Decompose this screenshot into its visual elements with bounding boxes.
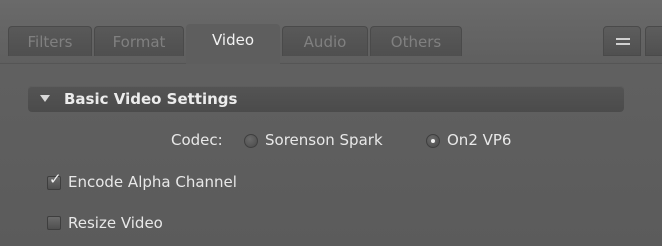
radio-label-on2-vp6[interactable]: On2 VP6 bbox=[447, 131, 511, 149]
section-basic-video-settings[interactable]: Basic Video Settings bbox=[28, 86, 624, 112]
tab-others[interactable]: Others bbox=[370, 26, 462, 56]
overflow-tab[interactable] bbox=[645, 26, 662, 56]
radio-on2-vp6[interactable] bbox=[426, 134, 440, 148]
tab-audio[interactable]: Audio bbox=[282, 26, 368, 56]
encode-alpha-label[interactable]: Encode Alpha Channel bbox=[68, 173, 237, 191]
panel-menu-icon-bar bbox=[616, 43, 630, 45]
checkmark-icon: ✓ bbox=[49, 170, 62, 188]
tab-filters[interactable]: Filters bbox=[8, 26, 92, 56]
resize-video-label[interactable]: Resize Video bbox=[68, 214, 163, 232]
export-settings-panel: Filters Format Video Audio Others Basic … bbox=[0, 0, 662, 246]
tab-format[interactable]: Format bbox=[94, 26, 184, 56]
tab-video[interactable]: Video bbox=[186, 24, 280, 64]
codec-label: Codec: bbox=[171, 131, 223, 149]
resize-video-checkbox[interactable] bbox=[47, 216, 61, 230]
panel-menu-icon bbox=[616, 38, 630, 40]
section-title: Basic Video Settings bbox=[64, 90, 238, 108]
divider bbox=[0, 63, 662, 64]
panel-menu-button[interactable] bbox=[603, 26, 641, 56]
encode-alpha-checkbox[interactable]: ✓ bbox=[47, 172, 62, 190]
triangle-down-icon[interactable] bbox=[40, 95, 50, 102]
tab-bar: Filters Format Video Audio Others bbox=[0, 0, 662, 64]
radio-label-sorenson-spark[interactable]: Sorenson Spark bbox=[265, 131, 383, 149]
radio-sorenson-spark[interactable] bbox=[244, 134, 258, 148]
